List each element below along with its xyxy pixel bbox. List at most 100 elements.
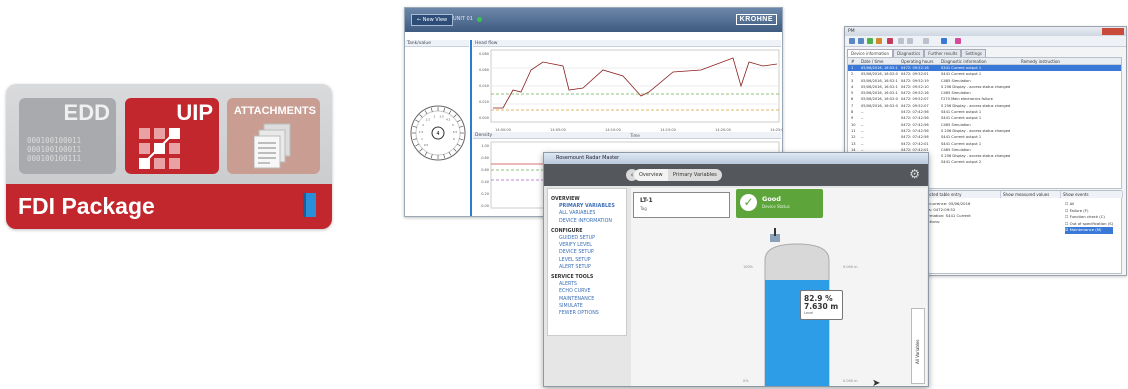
gauge-tick-label: 1.5: [419, 130, 424, 134]
tank-top-mark-right: 9.000 m: [843, 265, 858, 269]
tank-bottom-mark: 0%: [743, 379, 749, 383]
new-view-button[interactable]: ← New View: [411, 14, 454, 26]
help-icon[interactable]: [955, 38, 961, 44]
tag-card: LT-1 Tag: [633, 192, 730, 218]
edd-label: EDD: [63, 100, 110, 125]
gauge-tick-label: 6: [453, 137, 455, 141]
radar-master-window: Rosemount Radar Master ‹ Overview Primar…: [543, 152, 929, 389]
all-variables-tab[interactable]: All Variables: [911, 308, 925, 384]
nav-item-device-setup[interactable]: DEVICE SETUP: [551, 249, 623, 256]
tab-diagnostics[interactable]: Diagnostics: [893, 49, 925, 57]
x-tick-label: 14:20:00: [715, 128, 731, 132]
measured-values-header: Show measured values: [1001, 191, 1061, 198]
tag-name: LT-1: [640, 197, 653, 204]
y-tick-label: 0.040: [479, 84, 489, 88]
gauge-tick-label: 2.5: [426, 117, 431, 121]
refresh-icon[interactable]: [923, 38, 929, 44]
nav-item-primary-variables[interactable]: PRIMARY VARIABLES: [551, 203, 623, 210]
level-value: 7.630 m: [804, 302, 839, 311]
connect-icon[interactable]: [867, 38, 873, 44]
tab-strip: Device information Diagnostics Further res…: [847, 49, 986, 57]
alert-icon[interactable]: [887, 38, 893, 44]
uip-tile: UIP: [125, 98, 219, 174]
all-variables-label: All Variables: [915, 339, 920, 364]
uip-label: UIP: [176, 100, 213, 125]
nav-item-echo-curve[interactable]: ECHO CURVE: [551, 288, 623, 295]
binary-text: 000100100011 000100100011 000100100111: [27, 136, 82, 163]
y-tick-label: 0.00: [481, 204, 489, 208]
toolbar: [845, 36, 1126, 47]
table-cell: S441 Current output 2: [941, 160, 982, 165]
nav-item-service-tools[interactable]: SERVICE TOOLS: [551, 274, 623, 281]
gauge: 4 0.51 1.5 22.53 3.54.55 5.5 6: [410, 105, 466, 161]
window-title: PM: [845, 27, 1126, 36]
tank-top-mark: 100%: [743, 265, 754, 269]
window-title: Rosemount Radar Master: [544, 153, 928, 164]
tank-bottom-mark-right: 0.000 m: [843, 379, 858, 383]
column-header[interactable]: #: [848, 58, 858, 65]
overview-panel: LT-1 Tag ✓ Good Device Status 100% 9.000…: [631, 188, 927, 386]
nav-item-alert-setup[interactable]: ALERT SETUP: [551, 264, 623, 271]
gauge-tick-label: 2: [422, 123, 424, 127]
nav-item-configure[interactable]: CONFIGURE: [551, 228, 623, 235]
tab-further-results[interactable]: Further results: [924, 49, 962, 57]
table-body: 1 05/06/2016, 16:52:160472: 09:52:16 S341 …: [848, 65, 1121, 166]
gauge-tick-label: 0.5: [424, 143, 429, 147]
y-tick-label: 0.060: [479, 68, 489, 72]
nav-item-simulate[interactable]: SIMULATE: [551, 303, 623, 310]
x-tick-label: 14:05:00: [550, 128, 566, 132]
fdi-title-bar: FDI Package: [6, 184, 332, 229]
nav-item-guided-setup[interactable]: GUIDED SETUP: [551, 235, 623, 242]
book-icon: [303, 193, 316, 217]
save-icon[interactable]: [858, 38, 864, 44]
column-header[interactable]: Operating hours: [898, 58, 938, 65]
device-status-card[interactable]: ✓ Good Device Status: [736, 189, 823, 218]
network-diagram-icon: [139, 128, 180, 169]
gauge-tick-label: 3: [433, 114, 435, 118]
tab-settings[interactable]: Settings: [961, 49, 986, 57]
x-axis-label: Time: [629, 133, 640, 138]
y-tick-label: 0.20: [481, 192, 489, 196]
close-icon[interactable]: [1102, 28, 1124, 35]
x-tick-label: 14:15:00: [660, 128, 676, 132]
left-panel-title: Tank/value: [405, 40, 469, 47]
open-icon[interactable]: [849, 38, 855, 44]
status-subtext: Device Status: [762, 204, 790, 209]
fdi-package-card: EDD 000100100011 000100100011 000100100111…: [6, 84, 332, 229]
nav-item-all-variables[interactable]: ALL VARIABLES: [551, 210, 623, 217]
nav-item-overview[interactable]: OVERVIEW: [551, 196, 623, 203]
y-tick-label: 0.40: [481, 180, 489, 184]
column-header[interactable]: Date / time: [858, 58, 898, 65]
status-text: Good: [762, 195, 781, 203]
nav-item-verify-level[interactable]: VERIFY LEVEL: [551, 242, 623, 249]
tab-overview[interactable]: Overview: [634, 169, 668, 181]
nav-item-maintenance[interactable]: MAINTENANCE: [551, 296, 623, 303]
document-stack-icon: [254, 123, 291, 169]
print-icon[interactable]: [876, 38, 882, 44]
column-header[interactable]: Remedy instruction: [1018, 58, 1098, 65]
gear-icon[interactable]: ⚙: [909, 167, 920, 181]
tab-primary-variables[interactable]: Primary Variables: [668, 169, 722, 181]
nav-item-level-setup[interactable]: LEVEL SETUP: [551, 257, 623, 264]
level-unit: Level: [804, 311, 814, 315]
top-panel-title: Head flow: [473, 40, 781, 47]
event-filter-item[interactable]: ☑ Maintenance (M): [1065, 227, 1114, 234]
nav-item-alerts[interactable]: ALERTS: [551, 281, 623, 288]
gauge-value: 4: [436, 131, 439, 137]
attachments-tile: ATTACHMENTS: [227, 98, 320, 174]
y-tick-label: 1.00: [481, 144, 489, 148]
nav-item-fewer-options[interactable]: FEWER OPTIONS: [551, 310, 623, 317]
column-header[interactable]: Diagnostic information: [938, 58, 1018, 65]
nav-item-device-information[interactable]: DEVICE INFORMATION: [551, 218, 623, 225]
x-tick-label: 14:10:00: [605, 128, 621, 132]
y-tick-label: 0.60: [481, 168, 489, 172]
zoom-out-icon[interactable]: [907, 38, 913, 44]
upload-icon[interactable]: [941, 38, 947, 44]
level-readout: 82.9 % 7.630 m Level: [800, 290, 843, 320]
zoom-in-icon[interactable]: [898, 38, 904, 44]
gauge-tick-label: 5: [452, 123, 454, 127]
tab-device-information[interactable]: Device information: [847, 49, 894, 57]
y-tick-label: 0.020: [479, 100, 489, 104]
fdi-title: FDI Package: [18, 193, 155, 219]
gauge-tick-label: 5.5: [453, 130, 458, 134]
